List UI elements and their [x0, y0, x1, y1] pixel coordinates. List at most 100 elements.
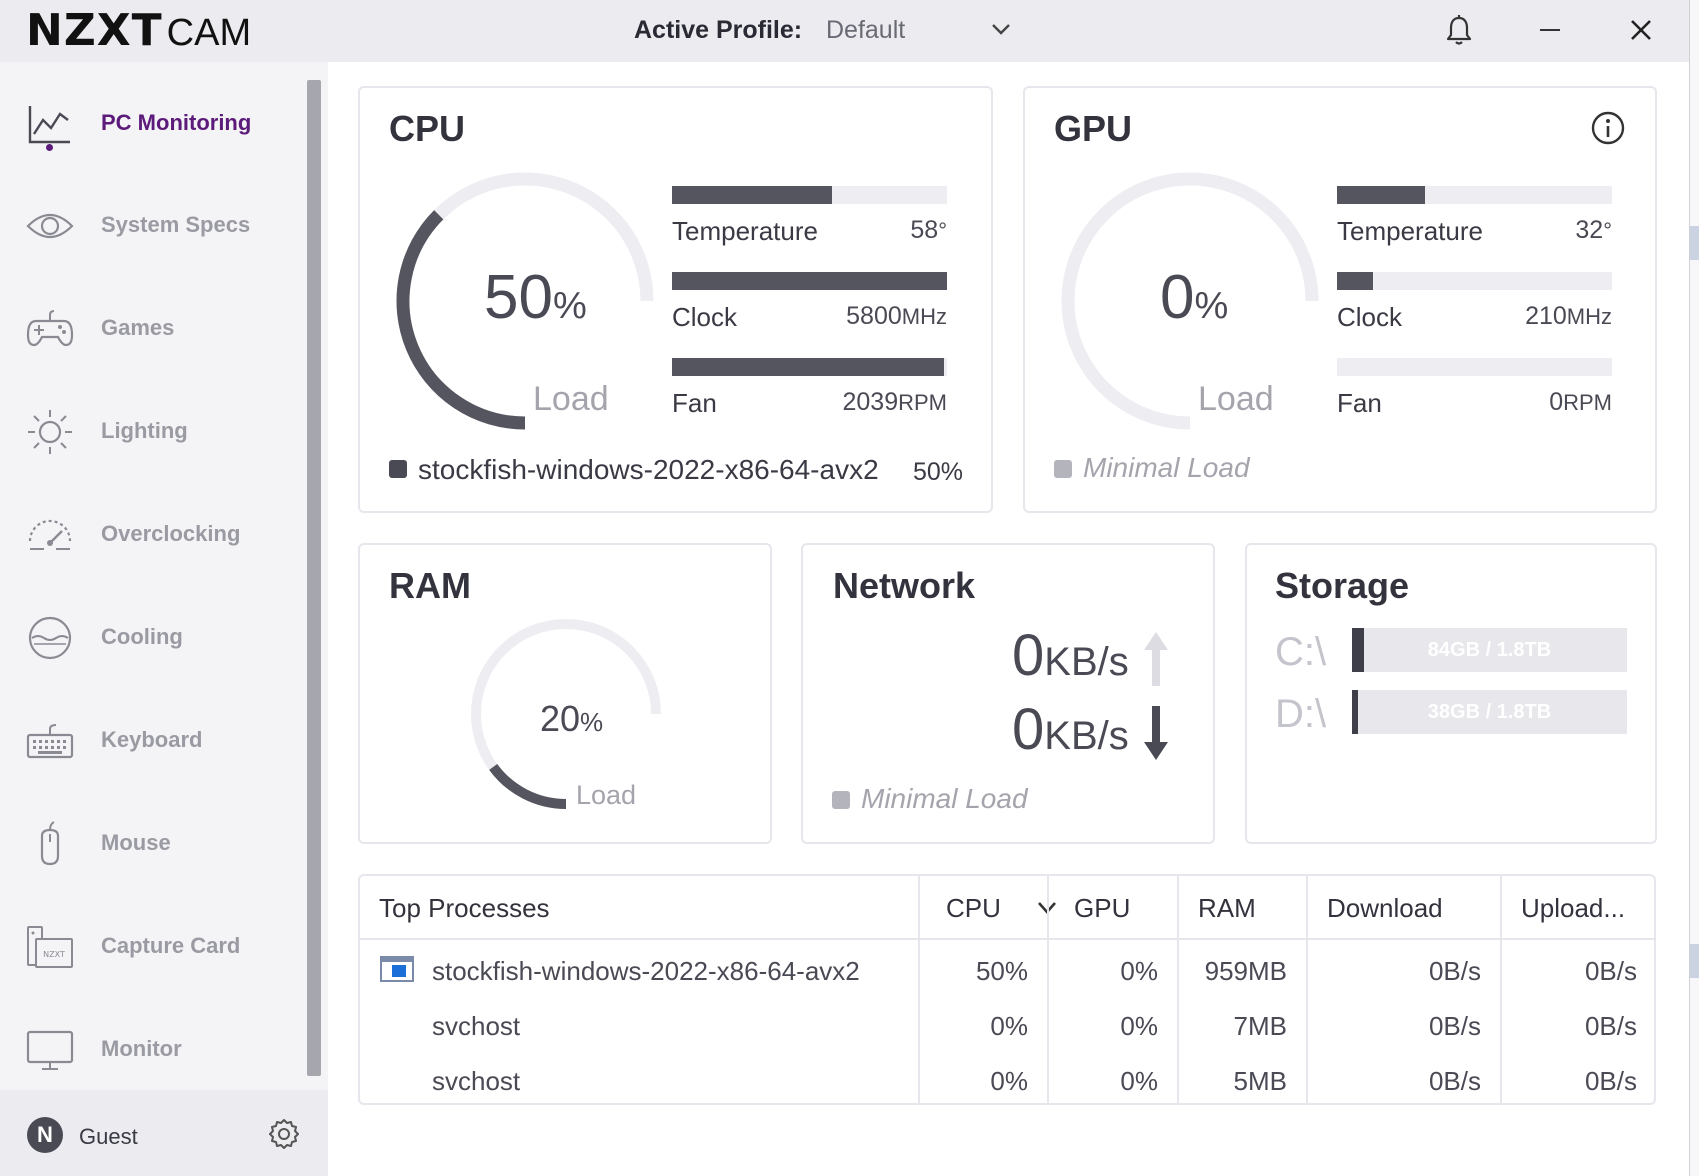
gpu-clock-label: Clock	[1337, 302, 1403, 332]
process-gpu: 0%	[1120, 1066, 1158, 1096]
process-name: svchost	[432, 1011, 521, 1041]
sidebar-item-label: System Specs	[101, 212, 251, 237]
sidebar-item-label: Monitor	[101, 1036, 182, 1061]
close-icon[interactable]	[1628, 16, 1654, 44]
column-header-gpu[interactable]: GPU	[1074, 876, 1130, 940]
water-icon	[28, 616, 72, 660]
drive-c-usage-text: 84GB / 1.8TB	[1427, 639, 1552, 661]
logo-brand: NZXT	[26, 5, 163, 56]
process-name: svchost	[432, 1066, 521, 1096]
cpu-fan-value: 2039RPM	[842, 388, 947, 416]
background-block	[1690, 226, 1699, 260]
user-name[interactable]: Guest	[79, 1124, 138, 1150]
cpu-title: CPU	[389, 108, 466, 149]
sidebar-item-label: Mouse	[101, 830, 171, 855]
sidebar-item-keyboard[interactable]: Keyboard	[0, 701, 300, 781]
process-ram: 5MB	[1233, 1066, 1287, 1096]
process-upload: 0B/s	[1584, 956, 1637, 986]
application-icon	[380, 956, 414, 982]
top-processes-table: Top Processes CPU GPU RAM Download Uploa…	[358, 874, 1656, 1105]
sidebar-item-cooling[interactable]: Cooling	[0, 598, 300, 678]
gpu-status-text: Minimal Load	[1083, 452, 1250, 483]
sidebar-item-games[interactable]: Games	[0, 289, 300, 369]
sidebar: PC Monitoring System Specs Games Lightin…	[0, 62, 328, 1176]
chevron-down-icon[interactable]	[990, 20, 1012, 38]
storage-title: Storage	[1275, 565, 1410, 606]
cpu-top-process-name: stockfish-windows-2022-x86-64-avx2	[418, 454, 879, 485]
process-cpu: 0%	[990, 1066, 1028, 1096]
cpu-load-value: 50%	[484, 263, 587, 332]
sidebar-item-capture-card[interactable]: NZXT Capture Card	[0, 907, 300, 987]
column-header-process: Top Processes	[379, 893, 550, 923]
drive-c-label: C:\	[1275, 630, 1327, 674]
column-header-cpu[interactable]: CPU	[946, 876, 1001, 940]
column-divider	[1306, 876, 1308, 1103]
minimize-icon[interactable]	[1538, 14, 1562, 44]
sidebar-item-mouse[interactable]: Mouse	[0, 804, 300, 884]
process-download: 0B/s	[1428, 1066, 1481, 1096]
sidebar-item-label: PC Monitoring	[101, 110, 252, 135]
gpu-clock-value: 210MHz	[1525, 302, 1612, 330]
sidebar-item-pc-monitoring[interactable]: PC Monitoring	[0, 84, 300, 164]
cpu-top-process-value: 50%	[913, 458, 964, 486]
mouse-icon	[40, 821, 60, 866]
sidebar-item-label: Capture Card	[101, 933, 241, 958]
cpu-clock-bar	[672, 272, 947, 290]
cpu-temperature-bar	[672, 186, 947, 204]
sidebar-item-overclocking[interactable]: Overclocking	[0, 495, 300, 575]
process-ram: 7MB	[1233, 1011, 1287, 1041]
process-cpu: 50%	[975, 956, 1028, 986]
gpu-load-label: Load	[1198, 380, 1274, 418]
drive-d-label: D:\	[1275, 692, 1327, 736]
ram-load-value: 20%	[540, 698, 604, 739]
network-title: Network	[833, 565, 976, 606]
active-indicator-dot	[46, 144, 53, 151]
speedometer-icon	[28, 519, 72, 550]
info-icon[interactable]	[1590, 110, 1626, 146]
sun-icon	[28, 410, 72, 454]
drive-d-usage-bar: 38GB / 1.8TB	[1352, 690, 1627, 734]
process-gpu: 0%	[1120, 956, 1158, 986]
process-cpu: 0%	[990, 1011, 1028, 1041]
sidebar-item-label: Games	[101, 315, 175, 340]
drive-c-usage-bar: 84GB / 1.8TB	[1352, 628, 1627, 672]
process-upload: 0B/s	[1584, 1066, 1637, 1096]
process-gpu: 0%	[1120, 1011, 1158, 1041]
active-profile-dropdown[interactable]: Default	[826, 16, 905, 45]
sidebar-item-system-specs[interactable]: System Specs	[0, 186, 300, 266]
gpu-temperature-bar	[1337, 186, 1612, 204]
gpu-load-value: 0%	[1160, 263, 1229, 332]
active-profile-label: Active Profile:	[634, 16, 803, 44]
sidebar-item-label: Overclocking	[101, 521, 241, 546]
column-divider	[1047, 876, 1049, 1103]
download-arrow-icon	[1144, 706, 1168, 760]
network-upload-value: 0KB/s	[1012, 623, 1129, 688]
gamepad-icon	[26, 310, 74, 347]
sidebar-item-label: Cooling	[101, 624, 183, 649]
title-bar: NZXT CAM Active Profile: Default	[0, 0, 1689, 62]
column-header-ram[interactable]: RAM	[1198, 876, 1256, 940]
monitor-icon	[26, 1030, 74, 1070]
svg-text:NZXT: NZXT	[43, 950, 65, 959]
column-divider	[1177, 876, 1179, 1103]
background-block	[1690, 944, 1699, 978]
gpu-clock-bar	[1337, 272, 1612, 290]
gear-icon[interactable]	[268, 1118, 300, 1150]
sidebar-scrollbar[interactable]	[307, 80, 321, 1076]
capture-card-icon: NZXT	[27, 926, 73, 968]
drive-d-usage-text: 38GB / 1.8TB	[1427, 701, 1552, 723]
keyboard-icon	[26, 724, 74, 759]
network-status-text: Minimal Load	[861, 783, 1028, 814]
bell-icon[interactable]	[1444, 14, 1474, 46]
gpu-fan-value: 0RPM	[1549, 388, 1612, 416]
gpu-temperature-value: 32°	[1575, 216, 1612, 244]
avatar[interactable]: N	[27, 1117, 63, 1153]
upload-arrow-icon	[1144, 632, 1168, 686]
network-download-value: 0KB/s	[1012, 697, 1129, 762]
logo-product: CAM	[166, 12, 252, 54]
column-header-download[interactable]: Download	[1327, 876, 1443, 940]
sidebar-item-lighting[interactable]: Lighting	[0, 392, 300, 472]
sidebar-item-monitor[interactable]: Monitor	[0, 1010, 300, 1090]
cpu-temperature-label: Temperature	[672, 216, 818, 246]
column-header-upload[interactable]: Upload...	[1521, 876, 1625, 940]
